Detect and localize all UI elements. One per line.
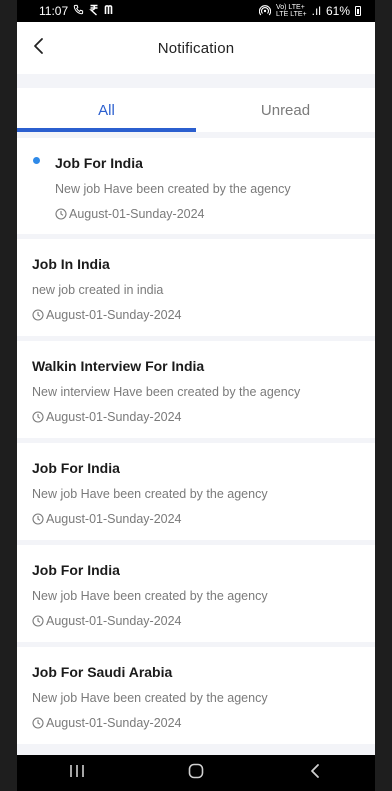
notification-time: August-01-Sunday-2024 [32,308,182,322]
status-time: 11:07 [39,4,69,18]
notification-title: Job For India [55,155,143,171]
clock-icon [32,615,44,627]
system-nav-bar [17,755,375,791]
notification-list: Job For India New job Have been created … [17,138,375,744]
notification-time: August-01-Sunday-2024 [55,207,205,221]
notification-screen: Notification All Unread Job For India Ne… [17,22,375,755]
tab-bar: All Unread [17,88,375,132]
header: Notification [17,22,375,74]
home-button[interactable] [176,758,216,788]
clock-icon [32,411,44,423]
notification-item[interactable]: Job In India new job created in india Au… [17,239,375,336]
tab-unread[interactable]: Unread [196,88,375,132]
notification-title: Job In India [32,256,110,272]
notification-time-text: August-01-Sunday-2024 [69,207,205,221]
notification-time-text: August-01-Sunday-2024 [46,410,182,424]
system-back-button[interactable] [295,758,335,788]
notification-time: August-01-Sunday-2024 [32,410,182,424]
phone-frame: 11:07 Vo) LTE+ LTE LTE+ .ıl 61% Notifica… [0,0,392,791]
battery-percent: 61% [325,4,350,18]
notification-description: New job Have been created by the agency [32,487,268,501]
notification-description: new job created in india [32,283,164,297]
notification-time-text: August-01-Sunday-2024 [46,308,182,322]
notification-title: Job For India [32,562,120,578]
network-type-top: Vo) LTE+ [275,4,305,11]
notification-description: New job Have been created by the agency [55,182,291,196]
notification-time: August-01-Sunday-2024 [32,716,182,730]
home-icon [188,763,204,784]
back-button[interactable] [25,34,53,62]
status-right: Vo) LTE+ LTE LTE+ .ıl 61% [258,4,361,19]
call-icon [73,4,84,18]
clock-icon [55,208,67,220]
notification-title: Walkin Interview For India [32,358,205,374]
notification-title: Job For India [32,460,120,476]
recent-apps-button[interactable] [57,758,97,788]
notification-description: New job Have been created by the agency [32,589,268,603]
m-app-icon [104,4,117,18]
notification-item[interactable]: Job For India New job Have been created … [17,443,375,540]
clock-icon [32,309,44,321]
back-icon [309,763,321,784]
clock-icon [32,717,44,729]
notification-description: New interview Have been created by the a… [32,385,301,399]
notification-time: August-01-Sunday-2024 [32,512,182,526]
notification-time-text: August-01-Sunday-2024 [46,716,182,730]
notification-item[interactable]: Walkin Interview For India New interview… [17,341,375,438]
clock-icon [32,513,44,525]
page-title: Notification [157,39,235,57]
tab-all[interactable]: All [17,88,196,132]
network-type: Vo) LTE+ LTE LTE+ [276,4,307,18]
status-bar: 11:07 Vo) LTE+ LTE LTE+ .ıl 61% [17,0,375,22]
rupee-icon [89,4,99,19]
notification-item[interactable]: Job For India New job Have been created … [17,545,375,642]
notification-time-text: August-01-Sunday-2024 [46,512,182,526]
status-left: 11:07 [39,4,117,19]
network-type-bottom: LTE LTE+ [275,11,307,18]
notification-time-text: August-01-Sunday-2024 [46,614,182,628]
notification-title: Job For Saudi Arabia [32,664,173,680]
unread-dot [33,157,40,164]
signal-icon: .ıl [311,4,321,18]
recent-apps-icon [69,764,85,783]
hotspot-icon [258,4,272,19]
chevron-left-icon [32,37,46,60]
notification-time: August-01-Sunday-2024 [32,614,182,628]
notification-description: New job Have been created by the agency [32,691,268,705]
notification-item[interactable]: Job For India New job Have been created … [17,138,375,234]
battery-icon [355,6,361,16]
notification-item[interactable]: Job For Saudi Arabia New job Have been c… [17,647,375,744]
